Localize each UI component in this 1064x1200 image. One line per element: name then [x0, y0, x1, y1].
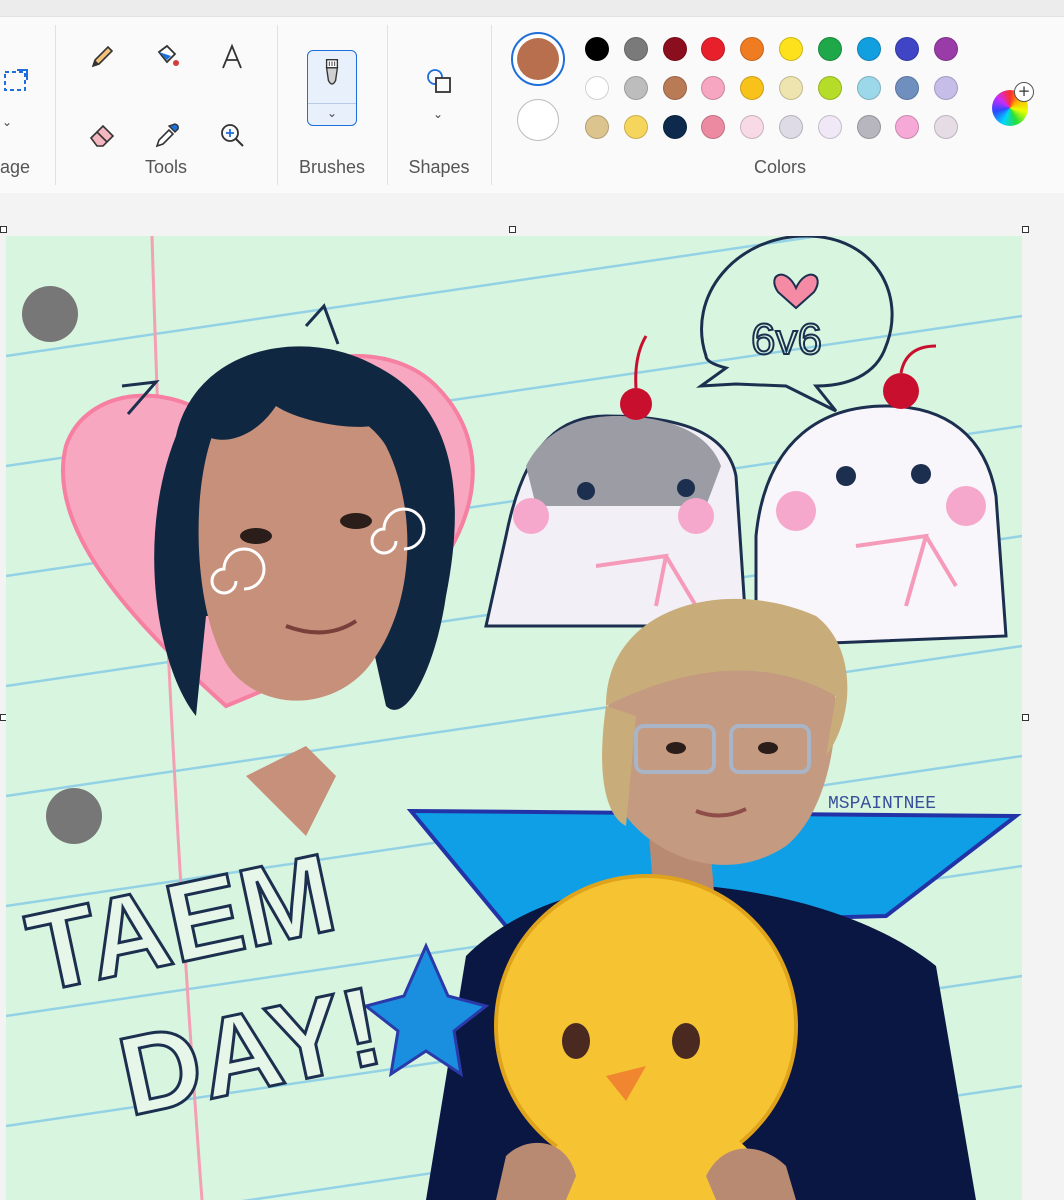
group-label-tools: Tools [144, 157, 188, 177]
duck-plush [494, 874, 798, 1200]
color-swatch[interactable] [623, 76, 648, 100]
chevron-down-icon[interactable]: ⌄ [2, 115, 12, 129]
brush-icon [325, 59, 339, 85]
edit-colors-button[interactable]: + [990, 82, 1034, 126]
plus-icon: + [1014, 82, 1034, 102]
chevron-down-icon[interactable]: ⌄ [308, 103, 356, 126]
portrait-dark-hair [154, 346, 455, 836]
color-swatch[interactable] [779, 115, 803, 139]
ribbon-toolbar: ⌄ age Tools ⌄ Brushes ⌄ Shapes + Colors [0, 16, 1064, 194]
group-label-brushes: Brushes [298, 157, 366, 177]
color-swatch[interactable] [701, 115, 726, 139]
divider [55, 25, 56, 185]
divider [277, 25, 278, 185]
color-picker-icon[interactable] [146, 115, 186, 155]
text-icon[interactable] [212, 37, 252, 77]
color-swatch[interactable] [817, 37, 842, 61]
color-swatch[interactable] [934, 37, 959, 61]
resize-handle[interactable] [1022, 714, 1029, 721]
color-swatch[interactable] [740, 115, 765, 139]
divider [491, 25, 492, 185]
resize-handle[interactable] [0, 226, 7, 233]
color-swatch[interactable] [623, 115, 648, 139]
artwork: 6v6 TAEM DAY! MSPAINTNEE [6, 236, 1022, 1200]
resize-handle[interactable] [509, 226, 516, 233]
title-bar-strip [0, 0, 1064, 16]
color-swatch[interactable] [662, 115, 687, 139]
color-swatch[interactable] [740, 76, 765, 100]
primary-color-selector[interactable] [511, 32, 565, 86]
group-label-image: age [0, 157, 31, 177]
color-swatch[interactable] [895, 37, 920, 61]
color-swatch[interactable] [585, 115, 609, 139]
color-swatch[interactable] [856, 37, 881, 61]
color-swatch[interactable] [934, 115, 959, 139]
cat-cake-left [484, 335, 748, 628]
color-swatch[interactable] [662, 37, 687, 61]
magnifier-icon[interactable] [212, 115, 252, 155]
scribble-dot [46, 788, 102, 844]
color-swatch[interactable] [895, 115, 920, 139]
select-icon[interactable] [0, 61, 36, 101]
color-swatch[interactable] [779, 76, 803, 100]
eraser-icon[interactable] [82, 115, 122, 155]
color-swatch[interactable] [585, 37, 609, 61]
speech-bubble: 6v6 [695, 236, 894, 413]
scribble-dot [22, 286, 78, 342]
color-swatch[interactable] [934, 76, 959, 100]
drawing-canvas[interactable]: 6v6 TAEM DAY! MSPAINTNEE [6, 236, 1022, 1200]
color-swatch[interactable] [817, 115, 842, 139]
signature-text: MSPAINTNEE [828, 794, 936, 814]
color-swatch[interactable] [817, 76, 842, 100]
color-swatch[interactable] [895, 76, 920, 100]
color-swatch[interactable] [701, 37, 726, 61]
bubble-text: 6v6 [751, 315, 822, 364]
chevron-down-icon[interactable]: ⌄ [433, 107, 443, 121]
color-swatch[interactable] [856, 76, 881, 100]
primary-color-swatch [517, 38, 559, 80]
group-label-shapes: Shapes [408, 157, 470, 177]
resize-handle[interactable] [1022, 226, 1029, 233]
group-label-colors: Colors [753, 157, 806, 177]
fill-bucket-icon[interactable] [146, 37, 186, 77]
brushes-button[interactable]: ⌄ [307, 50, 357, 126]
shapes-icon[interactable] [419, 61, 459, 101]
color-swatch[interactable] [740, 37, 765, 61]
color-swatch[interactable] [701, 76, 726, 100]
color-swatch[interactable] [623, 37, 648, 61]
secondary-color-swatch[interactable] [517, 99, 559, 141]
divider [387, 25, 388, 185]
color-swatch[interactable] [585, 76, 609, 100]
color-swatch[interactable] [779, 37, 803, 61]
color-swatch[interactable] [662, 76, 687, 100]
color-swatch[interactable] [856, 115, 881, 139]
pencil-icon[interactable] [82, 37, 122, 77]
